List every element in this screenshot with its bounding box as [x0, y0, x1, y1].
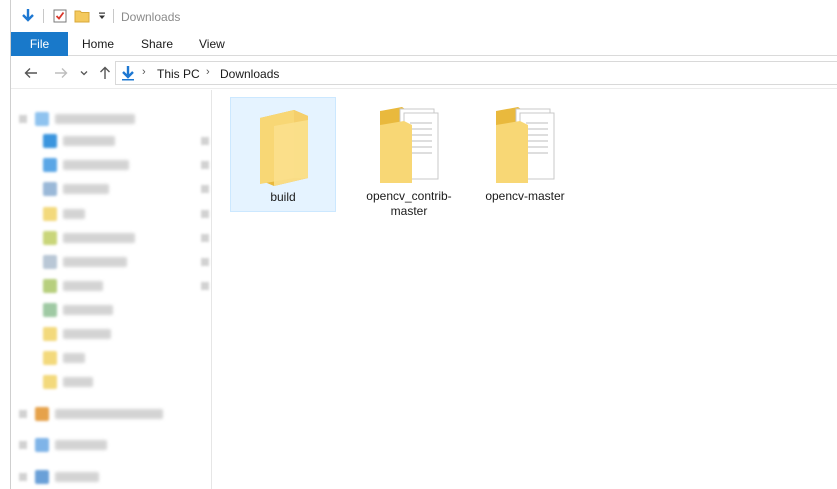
chevron-down-icon[interactable] [74, 63, 94, 83]
nav-item-label [55, 409, 163, 419]
folder-item-build[interactable]: build [230, 97, 336, 212]
nav-item[interactable] [19, 112, 209, 126]
folder-icon [231, 98, 337, 186]
folder-icon [43, 207, 57, 221]
address-row: › This PC › Downloads [11, 57, 837, 89]
pin-icon [201, 185, 209, 193]
dropdown-icon[interactable] [93, 7, 111, 25]
forward-arrow-icon[interactable] [51, 63, 71, 83]
expand-icon[interactable] [19, 473, 27, 481]
nav-item[interactable] [19, 279, 209, 293]
folder-icon [43, 303, 57, 317]
folder-icon [43, 327, 57, 341]
tab-view[interactable]: View [199, 32, 225, 56]
title-divider [113, 9, 114, 23]
folder-documents-icon [356, 97, 462, 185]
title-bar: Downloads [11, 0, 837, 32]
tab-file[interactable]: File [11, 32, 68, 56]
back-arrow-icon[interactable] [21, 63, 41, 83]
toolbar-divider [43, 9, 44, 23]
pin-icon [201, 210, 209, 218]
nav-item[interactable] [19, 158, 209, 172]
nav-item-label [55, 472, 99, 482]
breadcrumb-separator[interactable]: › [206, 66, 210, 78]
ribbon-tabs: File Home Share View [11, 32, 837, 56]
folder-label: opencv_contrib-master [366, 189, 452, 218]
breadcrumb-separator[interactable]: › [142, 66, 146, 78]
nav-item-label [63, 209, 85, 219]
nav-item-label [63, 136, 115, 146]
expand-icon[interactable] [19, 410, 27, 418]
navigation-pane[interactable] [11, 90, 215, 489]
download-arrow-icon[interactable] [19, 7, 37, 25]
nav-item-label [63, 329, 111, 339]
nav-item[interactable] [19, 327, 209, 341]
download-location-icon [120, 65, 136, 84]
pin-icon [201, 282, 209, 290]
breadcrumb-downloads[interactable]: Downloads [220, 67, 279, 81]
navigation-pane-divider [211, 90, 212, 489]
onedrive-icon [35, 407, 49, 421]
nav-item-label [63, 233, 135, 243]
properties-check-icon[interactable] [51, 7, 69, 25]
nav-item-label [63, 305, 113, 315]
nav-item-label [63, 353, 85, 363]
nav-item-label [55, 114, 135, 124]
folder-item-opencv-contrib-master[interactable]: opencv_contrib-master [356, 97, 462, 225]
nav-item-label [63, 160, 129, 170]
nav-item[interactable] [19, 470, 209, 484]
tab-share[interactable]: Share [141, 32, 173, 56]
background-window-text [231, 0, 511, 4]
quick-access-icon [35, 112, 49, 126]
tab-home[interactable]: Home [82, 32, 114, 56]
this-pc-icon [35, 438, 49, 452]
nav-item[interactable] [19, 134, 209, 148]
pin-icon [201, 234, 209, 242]
folder-label: opencv-master [485, 189, 565, 203]
new-folder-icon[interactable] [73, 7, 91, 25]
nav-item-label [55, 440, 107, 450]
folder-icon [43, 255, 57, 269]
nav-item-label [63, 281, 103, 291]
folder-icon [43, 375, 57, 389]
nav-item[interactable] [19, 303, 209, 317]
breadcrumb-this-pc[interactable]: This PC [157, 67, 200, 81]
pin-icon [201, 161, 209, 169]
explorer-window: Downloads File Home Share View › This PC… [10, 0, 837, 489]
expand-icon[interactable] [19, 441, 27, 449]
nav-item[interactable] [19, 182, 209, 196]
nav-item[interactable] [19, 351, 209, 365]
window-title: Downloads [121, 10, 181, 24]
documents-icon [43, 182, 57, 196]
up-arrow-icon[interactable] [95, 63, 115, 83]
nav-item[interactable] [19, 255, 209, 269]
nav-item-label [63, 184, 109, 194]
pin-icon [201, 137, 209, 145]
desktop-icon [43, 134, 57, 148]
nav-item[interactable] [19, 438, 209, 452]
expand-icon[interactable] [19, 115, 27, 123]
nav-item[interactable] [19, 207, 209, 221]
folder-documents-icon [472, 97, 578, 185]
file-list[interactable]: build opencv_contrib-master opencv-maste… [216, 90, 837, 489]
nav-item[interactable] [19, 231, 209, 245]
folder-icon [43, 279, 57, 293]
folder-label: build [270, 190, 296, 204]
nav-item[interactable] [19, 375, 209, 389]
nav-item[interactable] [19, 407, 209, 421]
downloads-icon [43, 158, 57, 172]
nav-item-label [63, 377, 93, 387]
pin-icon [201, 258, 209, 266]
address-bar[interactable]: › This PC › Downloads [115, 61, 837, 85]
nav-item-label [63, 257, 127, 267]
folder-icon [43, 351, 57, 365]
folder-item-opencv-master[interactable]: opencv-master [472, 97, 578, 210]
network-icon [35, 470, 49, 484]
folder-icon [43, 231, 57, 245]
